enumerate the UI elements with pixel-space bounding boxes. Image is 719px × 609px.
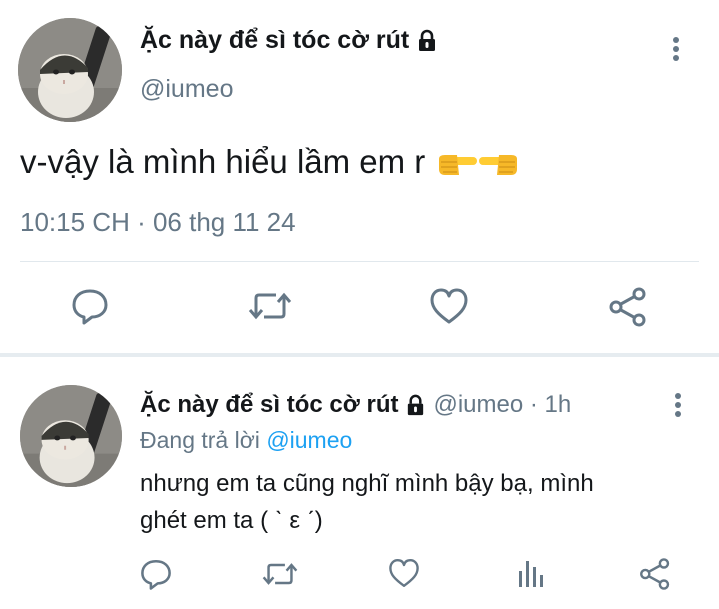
- like-icon[interactable]: [428, 286, 470, 326]
- more-vertical-icon[interactable]: [669, 392, 687, 420]
- author-handle-time: @iumeo · 1h: [433, 391, 572, 418]
- emoji-group: [437, 145, 519, 179]
- retweet-icon[interactable]: [262, 557, 298, 591]
- main-tweet: Ặc này để sì tóc cờ rút @iumeo v-vậy là …: [0, 0, 719, 353]
- tweet-actions: [0, 286, 719, 334]
- avatar[interactable]: [20, 385, 122, 487]
- display-name[interactable]: Ặc này để sì tóc cờ rút: [140, 26, 409, 55]
- display-name[interactable]: Ặc này để sì tóc cờ rút: [140, 391, 398, 419]
- avatar[interactable]: [18, 18, 122, 122]
- tweet-timestamp[interactable]: 10:15 CH · 06 thg 11 24: [20, 207, 296, 238]
- reply-icon[interactable]: [139, 557, 173, 591]
- replying-to: Đang trả lời @iumeo: [140, 427, 352, 454]
- share-icon[interactable]: [607, 286, 649, 328]
- more-vertical-icon[interactable]: [667, 36, 685, 64]
- replying-prefix: Đang trả lời: [140, 427, 267, 453]
- reply-author-row: Ặc này để sì tóc cờ rút @iumeo · 1h: [140, 391, 571, 419]
- analytics-icon[interactable]: [516, 557, 546, 589]
- reply-tweet[interactable]: Ặc này để sì tóc cờ rút @iumeo · 1h Đang…: [0, 357, 719, 609]
- reply-text: nhưng em ta cũng nghĩ mình bậy bạ, mình …: [140, 470, 594, 534]
- lock-icon: [415, 29, 439, 53]
- author-handle[interactable]: @iumeo: [140, 75, 233, 104]
- tweet-text: v-vậy là mình hiểu lầm em r: [20, 143, 426, 180]
- tweet-text-row: v-vậy là mình hiểu lầm em r: [20, 143, 519, 181]
- like-icon[interactable]: [387, 557, 421, 589]
- mention-link[interactable]: @iumeo: [266, 427, 352, 453]
- reply-actions: [0, 557, 719, 593]
- author-row: Ặc này để sì tóc cờ rút: [140, 26, 439, 55]
- pointing-left-emoji: [479, 145, 519, 179]
- pointing-right-emoji: [437, 145, 478, 179]
- share-icon[interactable]: [638, 557, 672, 591]
- reply-icon[interactable]: [70, 286, 110, 326]
- lock-icon: [404, 394, 427, 417]
- retweet-icon[interactable]: [248, 286, 292, 326]
- divider: [20, 261, 699, 262]
